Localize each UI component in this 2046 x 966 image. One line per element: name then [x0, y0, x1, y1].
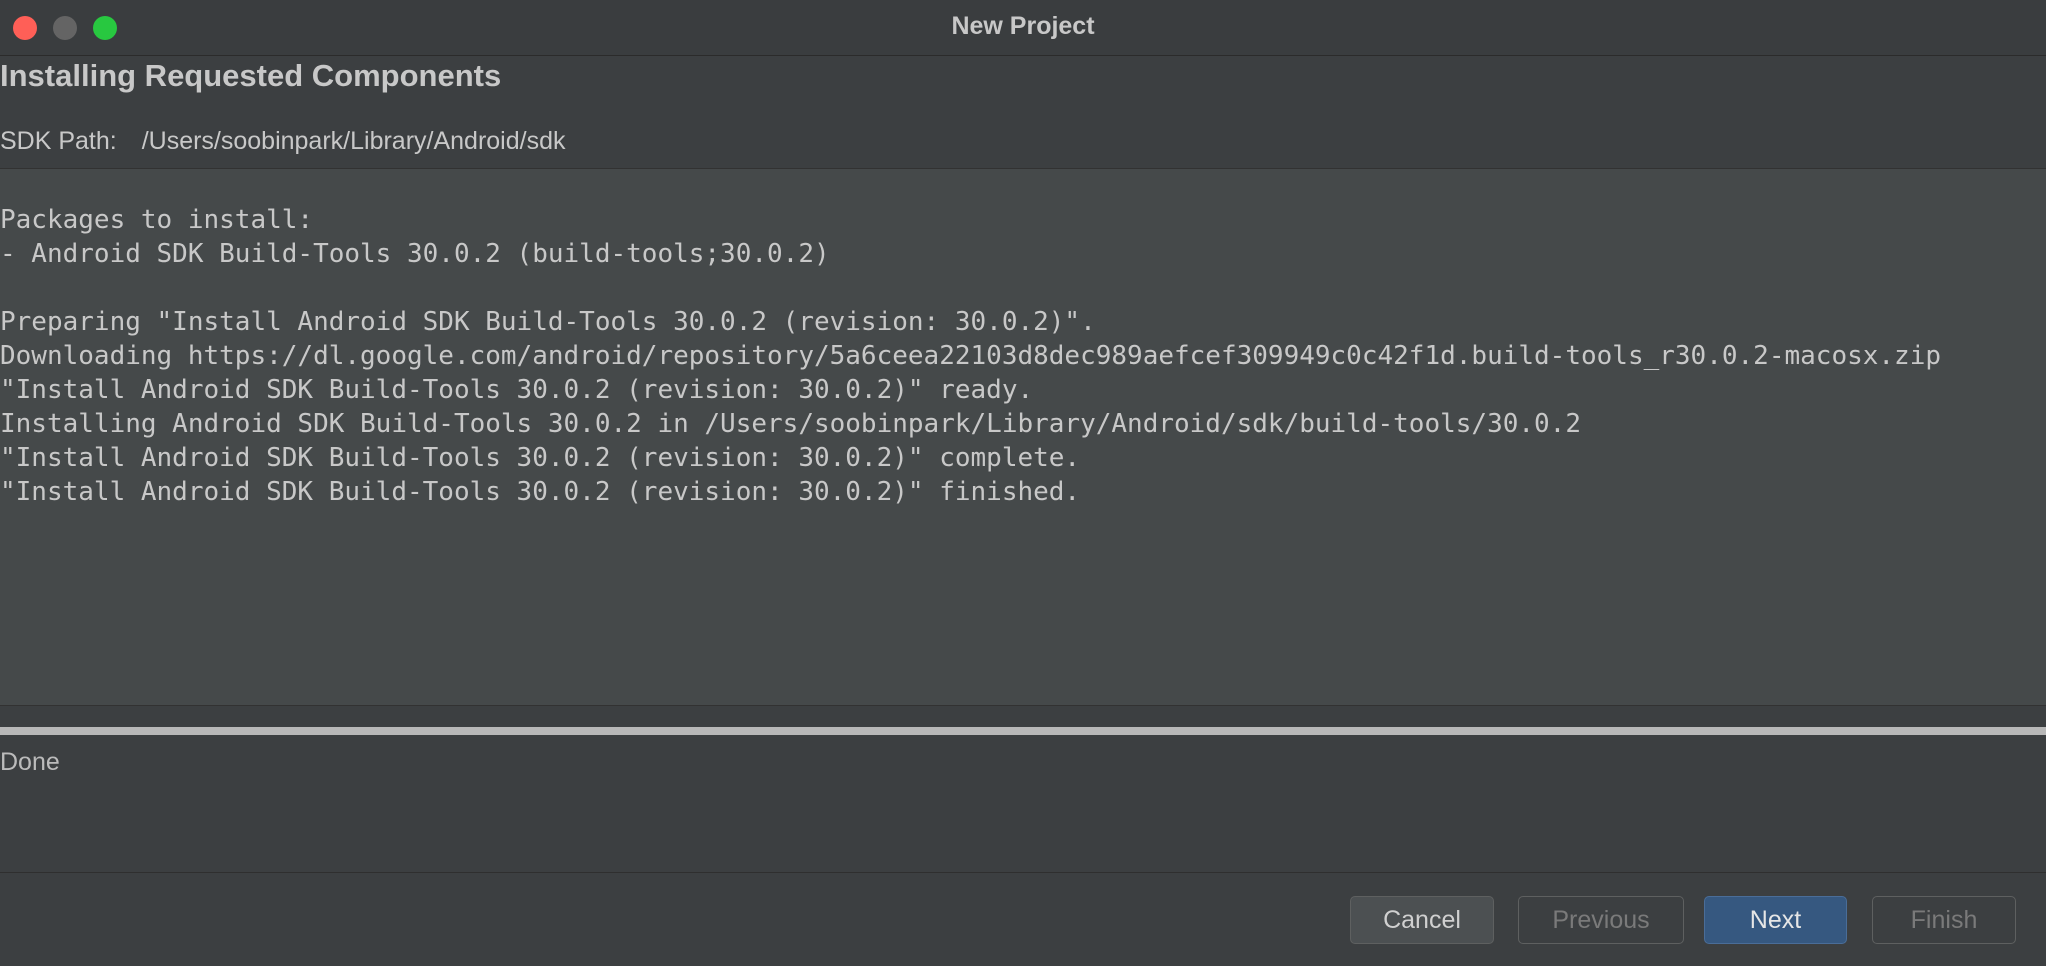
page-heading: Installing Requested Components [0, 58, 502, 93]
title-bar: New Project [0, 0, 2046, 56]
log-line: Preparing "Install Android SDK Build-Too… [0, 307, 1096, 337]
log-line: "Install Android SDK Build-Tools 30.0.2 … [0, 443, 1081, 473]
progress-bar [0, 727, 2046, 735]
sdk-path-label: SDK Path: [0, 127, 117, 155]
status-text: Done [0, 748, 60, 776]
previous-button[interactable]: Previous [1518, 896, 1684, 944]
log-line: Installing Android SDK Build-Tools 30.0.… [0, 409, 1581, 439]
next-button[interactable]: Next [1704, 896, 1847, 944]
log-line: "Install Android SDK Build-Tools 30.0.2 … [0, 477, 1081, 507]
log-line: Downloading https://dl.google.com/androi… [0, 341, 1942, 371]
install-log[interactable]: Packages to install: - Android SDK Build… [0, 169, 2046, 706]
sdk-path-value: /Users/soobinpark/Library/Android/sdk [141, 127, 566, 155]
window-title: New Project [951, 12, 1095, 40]
log-line: "Install Android SDK Build-Tools 30.0.2 … [0, 375, 1034, 405]
sdk-path-row: SDK Path: /Users/soobinpark/Library/Andr… [0, 127, 566, 156]
cancel-button[interactable]: Cancel [1350, 896, 1494, 944]
log-line: - Android SDK Build-Tools 30.0.2 (build-… [0, 239, 830, 269]
new-project-window: New Project Installing Requested Compone… [0, 0, 2046, 966]
finish-button[interactable]: Finish [1872, 896, 2016, 944]
divider [0, 872, 2046, 873]
log-line: Packages to install: [0, 205, 314, 235]
